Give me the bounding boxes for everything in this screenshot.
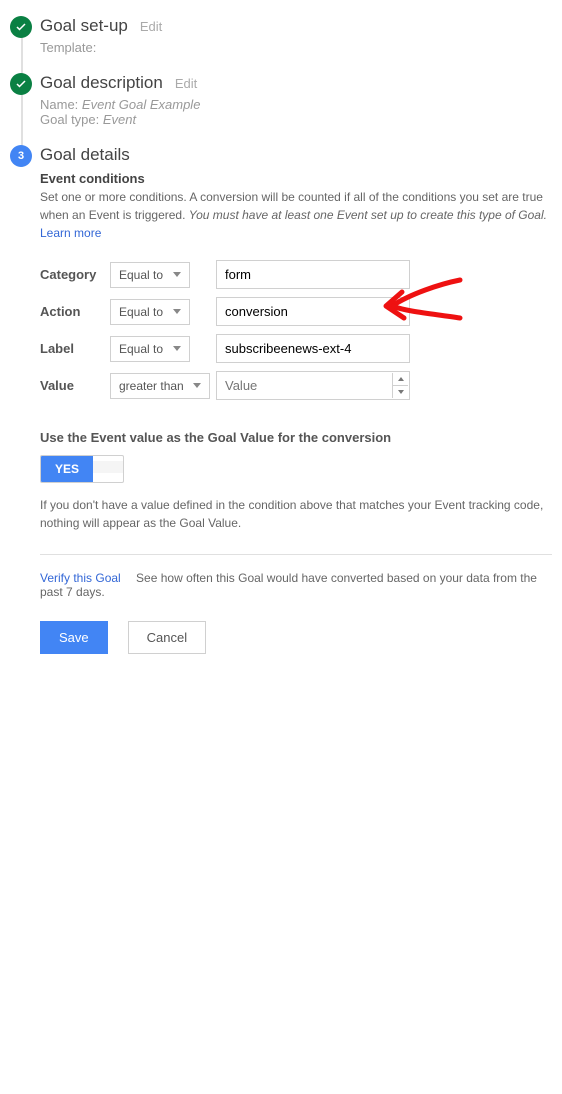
action-operator-text: Equal to [119, 305, 163, 319]
desc-name-row: Name: Event Goal Example [40, 97, 552, 112]
condition-row-action: Action Equal to [40, 293, 416, 330]
goal-value-toggle[interactable]: YES [40, 455, 124, 483]
value-operator-text: greater than [119, 379, 184, 393]
value-input[interactable] [216, 371, 410, 400]
verify-row: Verify this Goal See how often this Goal… [40, 571, 552, 599]
learn-more-link[interactable]: Learn more [40, 226, 101, 240]
help-em: You must have at least one Event set up … [189, 208, 547, 222]
chevron-down-icon [173, 309, 181, 314]
label-operator-text: Equal to [119, 342, 163, 356]
goal-value-hint: If you don't have a value defined in the… [40, 496, 552, 532]
setup-template-label: Template: [40, 40, 552, 55]
goal-value-heading: Use the Event value as the Goal Value fo… [40, 430, 552, 445]
toggle-off [93, 461, 123, 473]
value-operator-dropdown[interactable]: greater than [110, 373, 210, 399]
label-operator-dropdown[interactable]: Equal to [110, 336, 190, 362]
label-label: Label [40, 330, 110, 367]
desc-name-value: Event Goal Example [82, 97, 201, 112]
condition-row-value: Value greater than [40, 367, 416, 404]
step-goal-description: Goal description Edit Name: Event Goal E… [40, 73, 552, 127]
save-button[interactable]: Save [40, 621, 108, 654]
step-desc-title: Goal description [40, 73, 163, 93]
verify-goal-link[interactable]: Verify this Goal [40, 571, 121, 585]
step-goal-setup: Goal set-up Edit Template: [40, 16, 552, 55]
category-operator-text: Equal to [119, 268, 163, 282]
desc-type-value: Event [103, 112, 136, 127]
category-label: Category [40, 256, 110, 293]
stepper-down-icon[interactable] [393, 386, 408, 398]
step-setup-title: Goal set-up [40, 16, 128, 36]
step-number-badge: 3 [10, 145, 32, 167]
divider [40, 554, 552, 555]
step-goal-details: 3 Goal details Event conditions Set one … [40, 145, 552, 654]
number-stepper[interactable] [392, 373, 408, 398]
category-operator-dropdown[interactable]: Equal to [110, 262, 190, 288]
toggle-yes: YES [41, 456, 93, 482]
category-input[interactable] [216, 260, 410, 289]
event-conditions-help: Set one or more conditions. A conversion… [40, 188, 552, 242]
stepper-up-icon[interactable] [393, 373, 408, 386]
chevron-down-icon [193, 383, 201, 388]
edit-desc-link[interactable]: Edit [175, 76, 197, 91]
condition-row-label: Label Equal to [40, 330, 416, 367]
chevron-down-icon [173, 272, 181, 277]
check-icon [10, 73, 32, 95]
action-label: Action [40, 293, 110, 330]
value-label: Value [40, 367, 110, 404]
action-operator-dropdown[interactable]: Equal to [110, 299, 190, 325]
event-conditions-heading: Event conditions [40, 171, 552, 186]
cancel-button[interactable]: Cancel [128, 621, 206, 654]
conditions-table: Category Equal to Action Equal to [40, 256, 416, 404]
desc-type-row: Goal type: Event [40, 112, 552, 127]
desc-name-label: Name: [40, 97, 78, 112]
goal-value-section: Use the Event value as the Goal Value fo… [40, 430, 552, 532]
condition-row-category: Category Equal to [40, 256, 416, 293]
action-input[interactable] [216, 297, 410, 326]
edit-setup-link[interactable]: Edit [140, 19, 162, 34]
label-input[interactable] [216, 334, 410, 363]
desc-type-label: Goal type: [40, 112, 99, 127]
step-details-title: Goal details [40, 145, 130, 165]
check-icon [10, 16, 32, 38]
chevron-down-icon [173, 346, 181, 351]
